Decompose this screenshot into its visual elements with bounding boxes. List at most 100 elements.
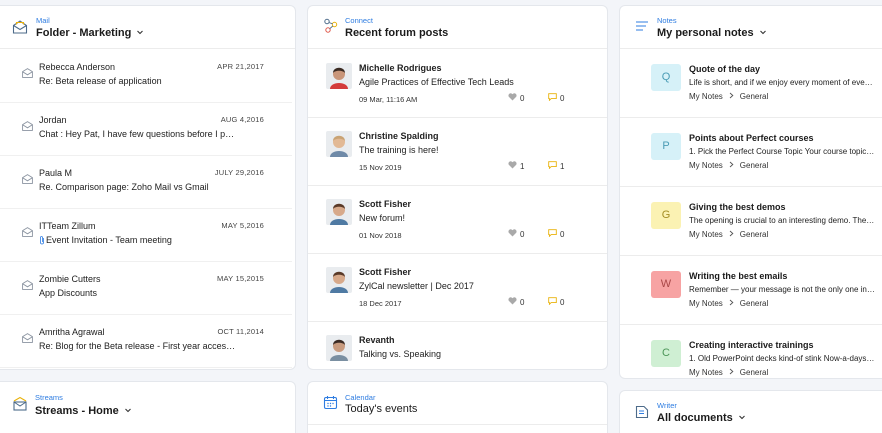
post-comments[interactable]: 1 [548,161,565,172]
calendar-app-label: Calendar [345,393,376,402]
note-section[interactable]: General [740,299,768,308]
note-notebook[interactable]: My Notes [689,92,723,101]
mail-folder-title[interactable]: Folder - Marketing [36,27,144,39]
note-preview: Remember — your message is not the only … [689,285,875,294]
note-item[interactable]: P Points about Perfect courses 1. Pick the… [620,119,882,187]
note-section[interactable]: General [740,230,768,239]
note-item[interactable]: G Giving the best demos The opening is cru… [620,188,882,256]
post-title: New forum! [359,213,406,223]
note-notebook[interactable]: My Notes [689,368,723,377]
mail-date: AUG 4,2016 [220,115,264,124]
note-item[interactable]: Q Quote of the day Life is short, and if w… [620,50,882,118]
mail-subject: Re: Blog for the Beta release - First ye… [39,341,239,351]
mail-list-item[interactable]: Jordan AUG 4,2016 Chat : Hey Pat, I have f… [0,103,292,156]
mail-list-item[interactable]: Rebecca Anderson APR 21,2017 Re: Beta rele… [0,50,292,103]
post-title: Agile Practices of Effective Tech Leads [359,77,514,87]
notes-folder-title[interactable]: My personal notes [657,27,767,39]
notes-folder-name: My personal notes [657,27,754,39]
mail-list-item[interactable]: Paula M JULY 29,2016 Re. Comparison page: … [0,156,292,209]
forum-post-item[interactable]: Michelle Rodrigues Agile Practices of Eff… [308,50,607,118]
post-date: 09 Mar, 11:16 AM [359,95,418,104]
forum-post-item[interactable]: Scott Fisher ZylCal newsletter | Dec 2017… [308,254,607,322]
post-author: Revanth [359,335,395,345]
forum-post-item[interactable]: Revanth Talking vs. Speaking [308,322,607,369]
comment-count: 0 [560,298,565,308]
chevron-down-icon[interactable] [124,406,132,414]
comment-icon [548,93,557,103]
note-notebook[interactable]: My Notes [689,299,723,308]
note-breadcrumb: My Notes General [689,92,768,101]
note-section[interactable]: General [740,92,768,101]
writer-widget: Writer All documents [619,390,882,433]
notes-app-label: Notes [657,16,677,25]
like-count: 1 [520,162,525,172]
note-letter-tile: P [651,133,681,160]
post-likes[interactable]: 0 [508,297,524,308]
mail-subject: Event Invitation - Team meeting [39,235,239,246]
avatar [326,335,352,361]
streams-app-icon [12,396,30,414]
note-notebook[interactable]: My Notes [689,230,723,239]
post-likes[interactable]: 1 [508,161,525,172]
forum-post-item[interactable]: Christine Spalding The training is here! 1… [308,118,607,186]
forum-post-item[interactable]: Scott Fisher New forum! 01 Nov 2018 0 0 [308,186,607,254]
post-author: Scott Fisher [359,199,412,209]
mail-date: MAY 5,2016 [221,221,264,230]
note-item[interactable]: W Writing the best emails Remember — your … [620,257,882,325]
notes-app-icon [635,20,653,38]
note-title: Points about Perfect courses [689,133,814,143]
mail-subject-text: App Discounts [39,288,98,298]
calendar-widget: Calendar Today's events [307,381,608,433]
post-comments[interactable]: 0 [548,93,564,104]
writer-folder-title[interactable]: All documents [657,412,746,424]
mail-subject: Chat : Hey Pat, I have few questions bef… [39,129,239,139]
calendar-widget-header: Calendar Today's events [308,382,607,425]
note-section[interactable]: General [740,161,768,170]
mail-list-item[interactable]: Zombie Cutters MAY 15,2015 App Discounts [0,262,292,315]
post-likes[interactable]: 0 [508,93,525,104]
paperclip-icon [39,235,45,246]
like-count: 0 [520,94,525,104]
mail-subject-text: Chat : Hey Pat, I have few questions bef… [39,129,239,139]
mail-widget: Mail Folder - Marketing Rebecca Anderson… [0,5,296,370]
streams-folder-name: Streams - Home [35,405,119,417]
mail-subject-text: Re. Comparison page: Zoho Mail vs Gmail [39,182,209,192]
chevron-right-icon [729,230,734,239]
post-date: 18 Dec 2017 [359,299,402,308]
envelope-icon [22,224,33,237]
mail-list-item[interactable]: ITTeam Zillum MAY 5,2016 Event Invitation … [0,209,292,262]
note-item[interactable]: C Creating interactive trainings 1. Old Po… [620,326,882,378]
post-comments[interactable]: 0 [548,229,565,240]
chevron-down-icon[interactable] [759,28,767,36]
post-comments[interactable]: 0 [548,297,565,308]
comment-count: 1 [560,162,565,172]
mail-folder-name: Folder - Marketing [36,27,132,39]
chevron-down-icon[interactable] [738,413,746,421]
mail-list-item[interactable]: Amritha Agrawal OCT 11,2014 Re: Blog for t… [0,315,292,368]
post-likes[interactable]: 0 [508,229,524,240]
connect-widget-title: Recent forum posts [345,27,449,39]
comment-icon [548,229,557,239]
writer-folder-name: All documents [657,412,733,424]
calendar-app-icon [323,395,341,413]
note-section[interactable]: General [740,368,768,377]
note-breadcrumb: My Notes General [689,368,768,377]
note-notebook[interactable]: My Notes [689,161,723,170]
mail-sender: ITTeam Zillum [39,221,96,231]
comment-icon [548,297,557,307]
writer-app-icon [635,405,653,423]
note-breadcrumb: My Notes General [689,299,768,308]
chevron-down-icon[interactable] [136,28,144,36]
connect-widget-header: Connect Recent forum posts [308,6,607,49]
mail-subject: Re: Beta release of application [39,76,239,86]
mail-date: MAY 15,2015 [217,274,264,283]
comment-count: 0 [560,230,565,240]
mail-subject-text: Re: Blog for the Beta release - First ye… [39,341,239,351]
mail-sender: Zombie Cutters [39,274,101,284]
note-title: Giving the best demos [689,202,786,212]
chevron-right-icon [729,161,734,170]
calendar-widget-title: Today's events [345,403,418,415]
mail-date: APR 21,2017 [217,62,264,71]
mail-date: OCT 11,2014 [217,327,264,336]
streams-folder-title[interactable]: Streams - Home [35,405,132,417]
